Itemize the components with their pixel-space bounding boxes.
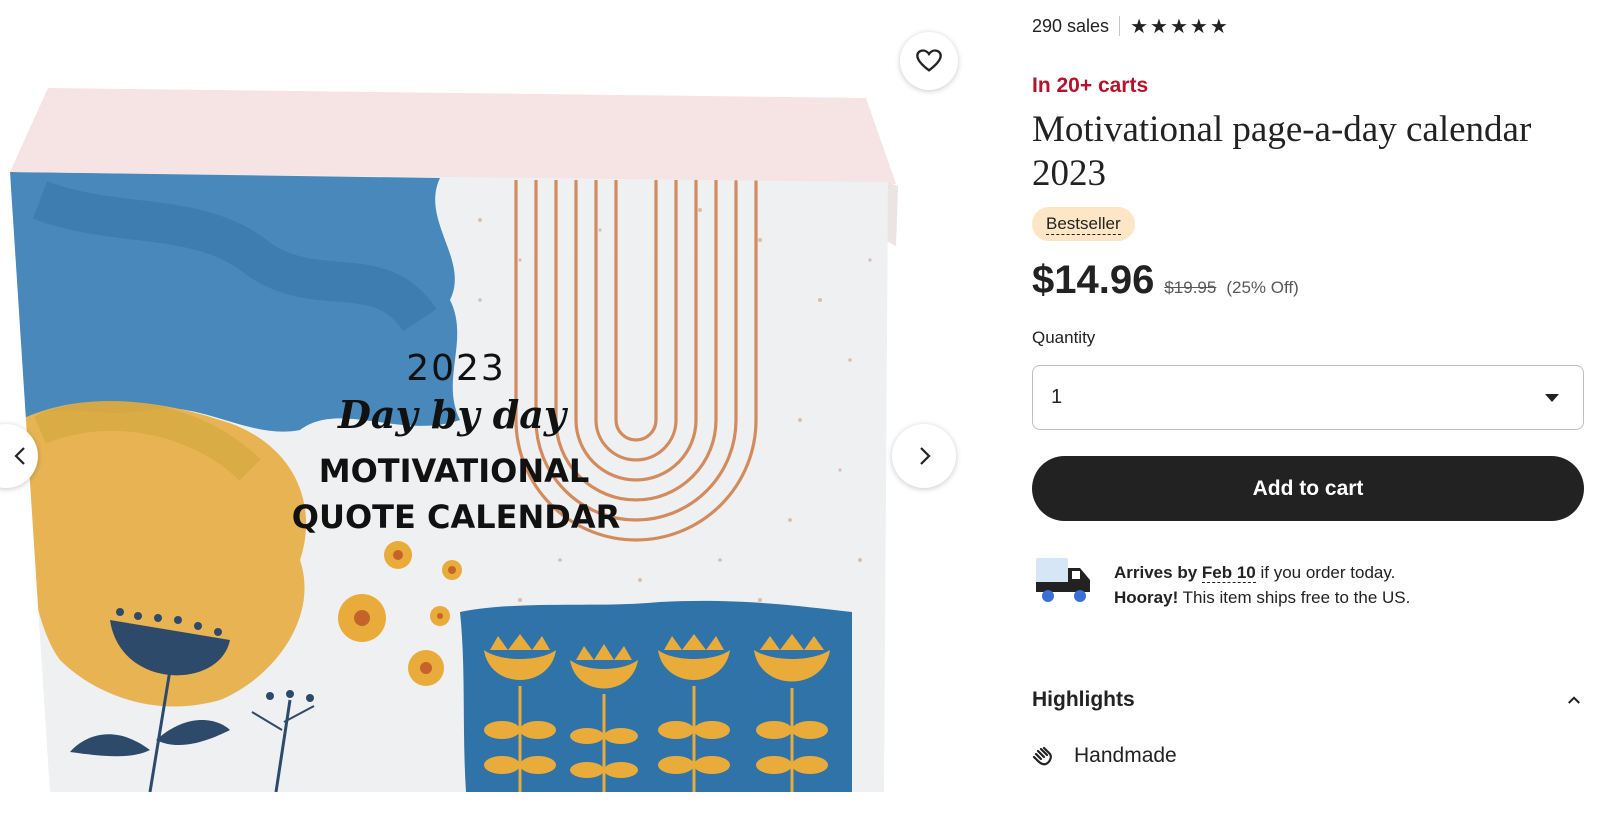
- arrival-line: Arrives by Feb 10 if you order today.: [1114, 560, 1410, 585]
- sales-count: 290 sales: [1032, 15, 1110, 36]
- star-icon: ★: [1150, 15, 1168, 38]
- product-title: Motivational page-a-day calendar 2023: [1032, 109, 1532, 194]
- buy-box: 290 sales ★ ★ ★ ★ ★ In 20+ carts Motivat…: [1032, 0, 1588, 816]
- highlights-toggle[interactable]: Highlights: [1032, 684, 1584, 716]
- discount-label: (25% Off): [1226, 278, 1299, 297]
- hand-icon: [1032, 746, 1052, 766]
- chevron-up-icon: [1564, 690, 1584, 710]
- star-icon: ★: [1130, 15, 1148, 38]
- star-icon: ★: [1209, 15, 1228, 38]
- arrives-suffix: if you order today.: [1260, 563, 1396, 582]
- original-price: $19.95: [1164, 278, 1217, 297]
- quantity-value: 1: [1051, 386, 1063, 408]
- shipping-text: Arrives by Feb 10 if you order today. Ho…: [1114, 560, 1410, 610]
- product-image: 2023 Day by day MOTIVATIONAL QUOTE CALEN…: [10, 88, 898, 792]
- product-image-gallery: 2023 Day by day MOTIVATIONAL QUOTE CALEN…: [0, 0, 980, 816]
- chevron-right-icon: [920, 447, 931, 465]
- favorite-button[interactable]: [900, 32, 958, 90]
- arrives-prefix: Arrives by: [1114, 563, 1198, 582]
- free-shipping-line: Hooray! This item ships free to the US.: [1114, 585, 1410, 610]
- star-rating[interactable]: ★ ★ ★ ★ ★: [1130, 14, 1228, 39]
- box-line1-text: MOTIVATIONAL: [319, 452, 590, 490]
- free-shipping-text: This item ships free to the US.: [1182, 588, 1411, 607]
- star-icon: ★: [1169, 15, 1188, 38]
- highlight-item-handmade: Handmade: [1032, 740, 1177, 772]
- truck-icon: [1036, 558, 1090, 602]
- box-year-text: 2023: [406, 348, 506, 389]
- badge-label: Bestseller: [1046, 213, 1121, 235]
- shipping-info: Arrives by Feb 10 if you order today. Ho…: [1032, 554, 1588, 614]
- highlights-title: Highlights: [1032, 688, 1135, 711]
- caret-down-icon: [1545, 393, 1559, 402]
- heart-icon: [916, 49, 942, 72]
- hooray-label: Hooray!: [1114, 588, 1179, 607]
- chevron-left-icon: [14, 447, 25, 465]
- quantity-select[interactable]: 1: [1032, 365, 1584, 430]
- bestseller-badge[interactable]: Bestseller: [1032, 207, 1135, 241]
- arrival-date[interactable]: Feb 10: [1201, 563, 1256, 583]
- cart-alert: In 20+ carts: [1032, 74, 1149, 97]
- next-image-button[interactable]: [892, 424, 956, 488]
- price-row: $14.96 $19.95 (25% Off): [1032, 258, 1299, 303]
- box-subtitle-text: Day by day: [337, 392, 569, 437]
- add-to-cart-button[interactable]: Add to cart: [1032, 456, 1584, 521]
- current-price: $14.96: [1032, 258, 1155, 302]
- sales-and-rating: 290 sales ★ ★ ★ ★ ★: [1032, 14, 1228, 38]
- divider: [1119, 16, 1121, 36]
- quantity-label: Quantity: [1032, 328, 1096, 347]
- box-line2-text: QUOTE CALENDAR: [292, 498, 620, 536]
- star-icon: ★: [1189, 15, 1208, 38]
- highlight-label: Handmade: [1074, 744, 1177, 767]
